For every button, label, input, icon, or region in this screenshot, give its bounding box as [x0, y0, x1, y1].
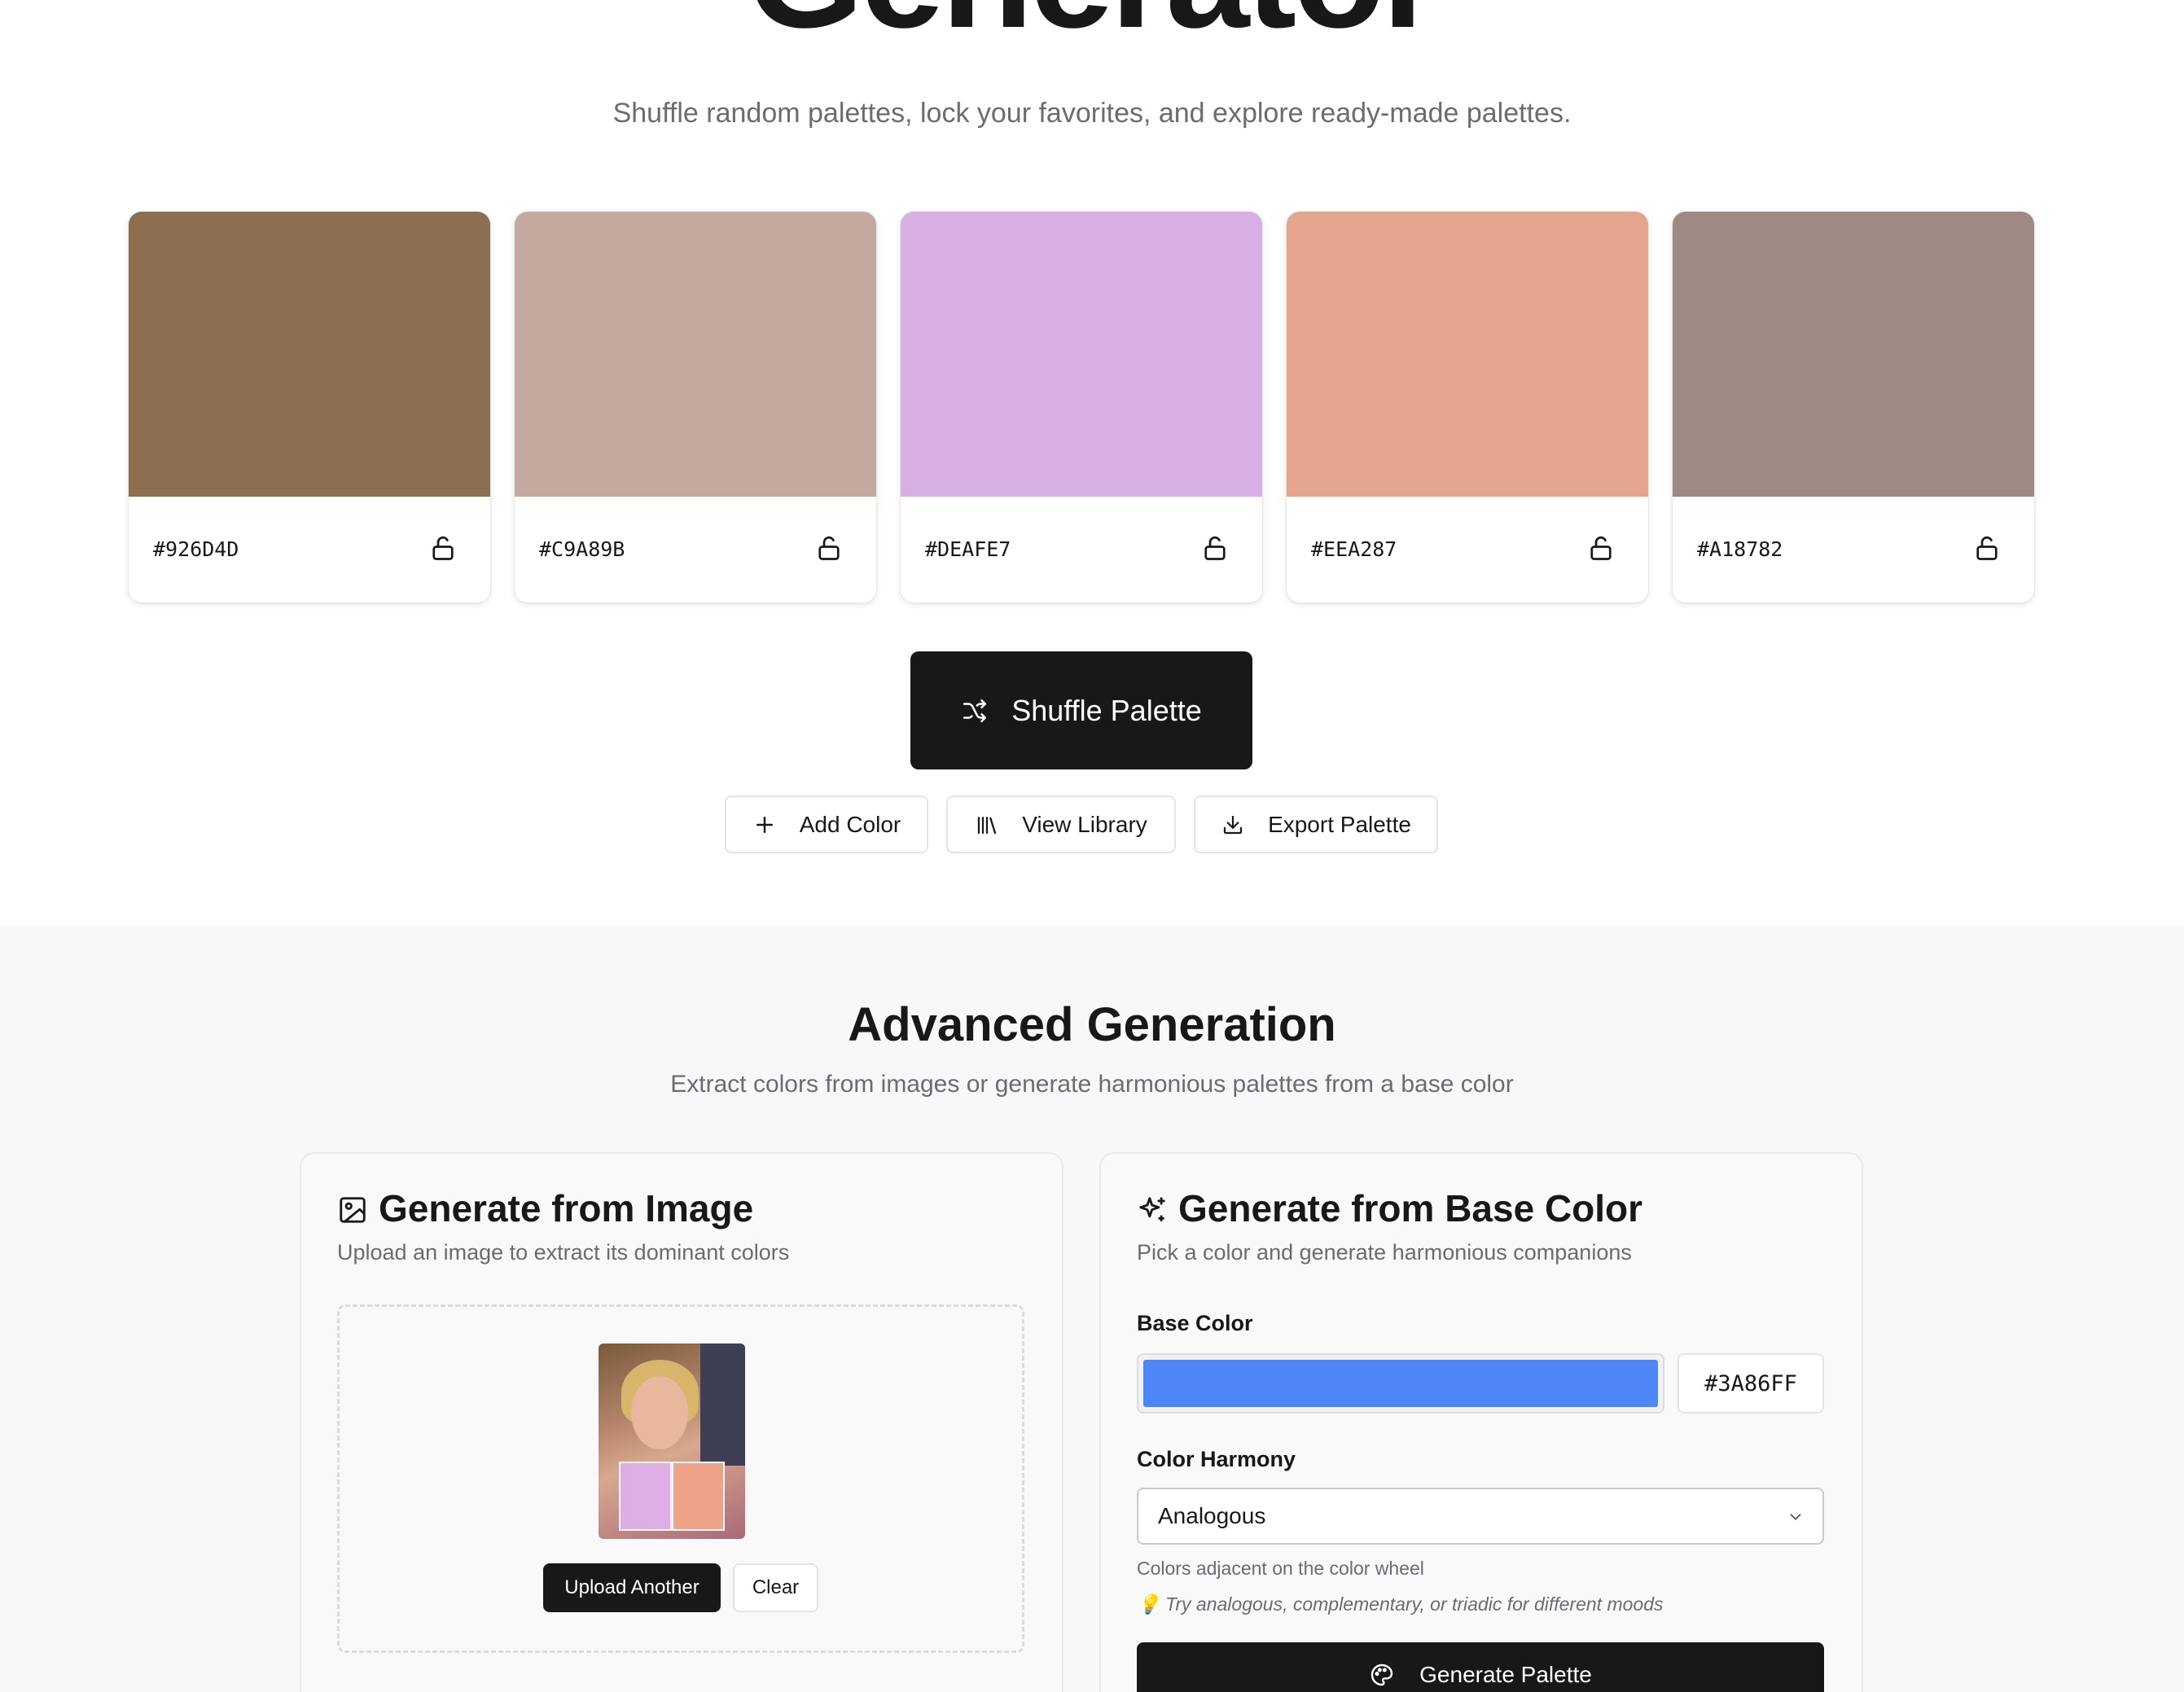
page-subtitle: Shuffle random palettes, lock your favor… [612, 98, 1572, 129]
library-icon [978, 816, 997, 834]
swatch-hex: #A18782 [1697, 537, 1783, 561]
generate-from-image-card: Generate from Image Upload an image to e… [300, 1152, 1063, 1692]
add-color-label: Add Color [799, 811, 901, 837]
sparkles-icon [1139, 1197, 1165, 1222]
unlock-icon[interactable] [428, 533, 458, 563]
swatch-color[interactable] [129, 212, 490, 497]
extracted-color-swatch [672, 1462, 725, 1531]
palette-icon [1370, 1664, 1393, 1686]
image-card-title: Generate from Image [379, 1187, 754, 1230]
view-library-label: View Library [1022, 811, 1147, 837]
color-harmony-value: Analogous [1158, 1503, 1266, 1528]
clear-button[interactable]: Clear [733, 1563, 818, 1612]
base-card-subtitle: Pick a color and generate harmonious com… [1137, 1240, 1632, 1265]
swatch-color[interactable] [515, 212, 876, 497]
advanced-title: Advanced Generation [848, 998, 1336, 1051]
unlock-icon[interactable] [814, 533, 844, 563]
advanced-subtitle: Extract colors from images or generate h… [670, 1071, 1514, 1098]
generate-palette-label: Generate Palette [1419, 1662, 1592, 1687]
swatch-card[interactable]: #EEA287 [1287, 212, 1648, 603]
palette-swatches: #926D4D #C9A89B #DEAFE7 #EEA287 #A18782 [129, 212, 2034, 603]
shuffle-label: Shuffle Palette [1011, 693, 1202, 727]
swatch-hex: #EEA287 [1311, 537, 1397, 561]
swatch-hex: #DEAFE7 [925, 537, 1011, 561]
chevron-down-icon [1790, 1514, 1801, 1520]
shuffle-palette-button[interactable]: Shuffle Palette [910, 651, 1252, 769]
unlock-icon[interactable] [1200, 533, 1230, 563]
swatch-hex: #C9A89B [539, 537, 625, 561]
download-icon [1223, 815, 1243, 834]
image-dropzone[interactable]: Upload Another Clear [337, 1304, 1024, 1653]
image-icon [340, 1197, 366, 1223]
extracted-color-swatch [619, 1462, 672, 1531]
unlock-icon[interactable] [1972, 533, 2002, 563]
uploaded-image-preview [599, 1344, 745, 1539]
swatch-color[interactable] [901, 212, 1262, 497]
swatch-card[interactable]: #DEAFE7 [901, 212, 1262, 603]
view-library-button[interactable]: View Library [946, 796, 1176, 853]
base-color-picker[interactable] [1137, 1353, 1664, 1414]
swatch-hex: #926D4D [153, 537, 239, 561]
page-title: Generator [0, 0, 2184, 51]
color-harmony-select[interactable]: Analogous [1137, 1488, 1824, 1545]
image-card-subtitle: Upload an image to extract its dominant … [337, 1240, 790, 1265]
harmony-tip: 💡 Try analogous, complementary, or triad… [1137, 1593, 1664, 1615]
base-color-label: Base Color [1137, 1311, 1253, 1335]
shuffle-icon [963, 699, 987, 722]
generate-palette-button[interactable]: Generate Palette [1137, 1642, 1824, 1692]
plus-icon [756, 816, 773, 833]
add-color-button[interactable]: Add Color [725, 796, 928, 853]
generate-from-base-color-card: Generate from Base Color Pick a color an… [1099, 1152, 1863, 1692]
swatch-card[interactable]: #926D4D [129, 212, 490, 603]
swatch-color[interactable] [1287, 212, 1648, 497]
export-palette-label: Export Palette [1268, 811, 1411, 837]
export-palette-button[interactable]: Export Palette [1194, 796, 1438, 853]
base-card-title: Generate from Base Color [1178, 1187, 1643, 1230]
base-color-fill [1143, 1360, 1658, 1407]
color-harmony-label: Color Harmony [1137, 1447, 1296, 1471]
upload-another-button[interactable]: Upload Another [543, 1563, 721, 1612]
unlock-icon[interactable] [1586, 533, 1616, 563]
base-color-hex-input[interactable]: #3A86FF [1677, 1353, 1824, 1414]
harmony-description: Colors adjacent on the color wheel [1137, 1558, 1424, 1579]
swatch-color[interactable] [1673, 212, 2034, 497]
swatch-card[interactable]: #A18782 [1673, 212, 2034, 603]
swatch-card[interactable]: #C9A89B [515, 212, 876, 603]
